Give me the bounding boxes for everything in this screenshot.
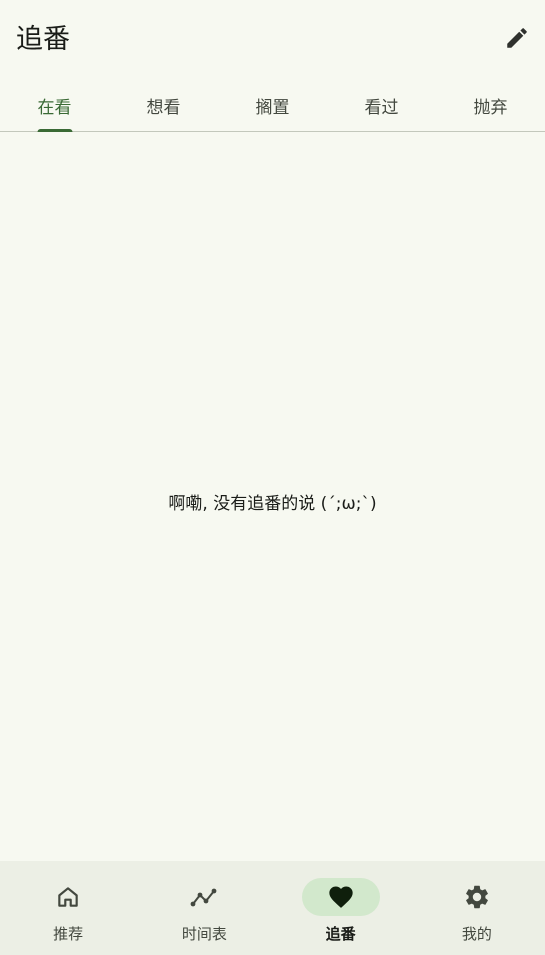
top-app-bar: 追番 <box>0 0 545 80</box>
gear-icon <box>463 883 491 911</box>
tab-label: 看过 <box>364 98 399 118</box>
timeline-icon <box>189 884 219 910</box>
content-area[interactable]: 啊嘞, 没有追番的说 (´;ω;`) <box>0 132 545 861</box>
nav-item-recommend[interactable]: 推荐 <box>0 861 136 955</box>
page-title: 追番 <box>16 24 70 55</box>
nav-icon-container <box>301 878 380 916</box>
tab-watching[interactable]: 在看 <box>0 80 109 132</box>
tab-dropped[interactable]: 抛弃 <box>436 80 545 131</box>
edit-button[interactable] <box>497 18 537 58</box>
nav-label: 推荐 <box>53 925 84 943</box>
nav-icon-container <box>438 878 516 916</box>
nav-label: 时间表 <box>181 925 227 943</box>
nav-icon-container <box>165 878 243 916</box>
tab-label: 抛弃 <box>473 98 508 118</box>
app-root: 追番 在看 想看 搁置 看过 抛弃 啊嘞, 没有追番的说 (´;ω;`) 推荐 … <box>0 0 545 955</box>
tab-label: 在看 <box>37 98 72 118</box>
tab-want-to-watch[interactable]: 想看 <box>109 80 218 131</box>
heart-icon <box>327 883 355 911</box>
tab-on-hold[interactable]: 搁置 <box>218 80 327 131</box>
nav-item-mine[interactable]: 我的 <box>409 861 545 955</box>
bottom-navigation: 推荐 时间表 追番 我的 <box>0 861 545 955</box>
empty-state-message: 啊嘞, 没有追番的说 (´;ω;`) <box>168 494 377 514</box>
home-icon <box>55 884 81 910</box>
nav-icon-container <box>29 878 107 916</box>
tab-label: 搁置 <box>255 98 290 118</box>
nav-item-timetable[interactable]: 时间表 <box>136 861 272 955</box>
tab-watched[interactable]: 看过 <box>327 80 436 131</box>
pencil-icon <box>504 25 530 51</box>
nav-item-following[interactable]: 追番 <box>273 861 409 955</box>
tab-label: 想看 <box>146 98 181 118</box>
watch-status-tabs: 在看 想看 搁置 看过 抛弃 <box>0 80 545 132</box>
nav-label: 追番 <box>325 925 356 943</box>
nav-label: 我的 <box>461 925 492 943</box>
